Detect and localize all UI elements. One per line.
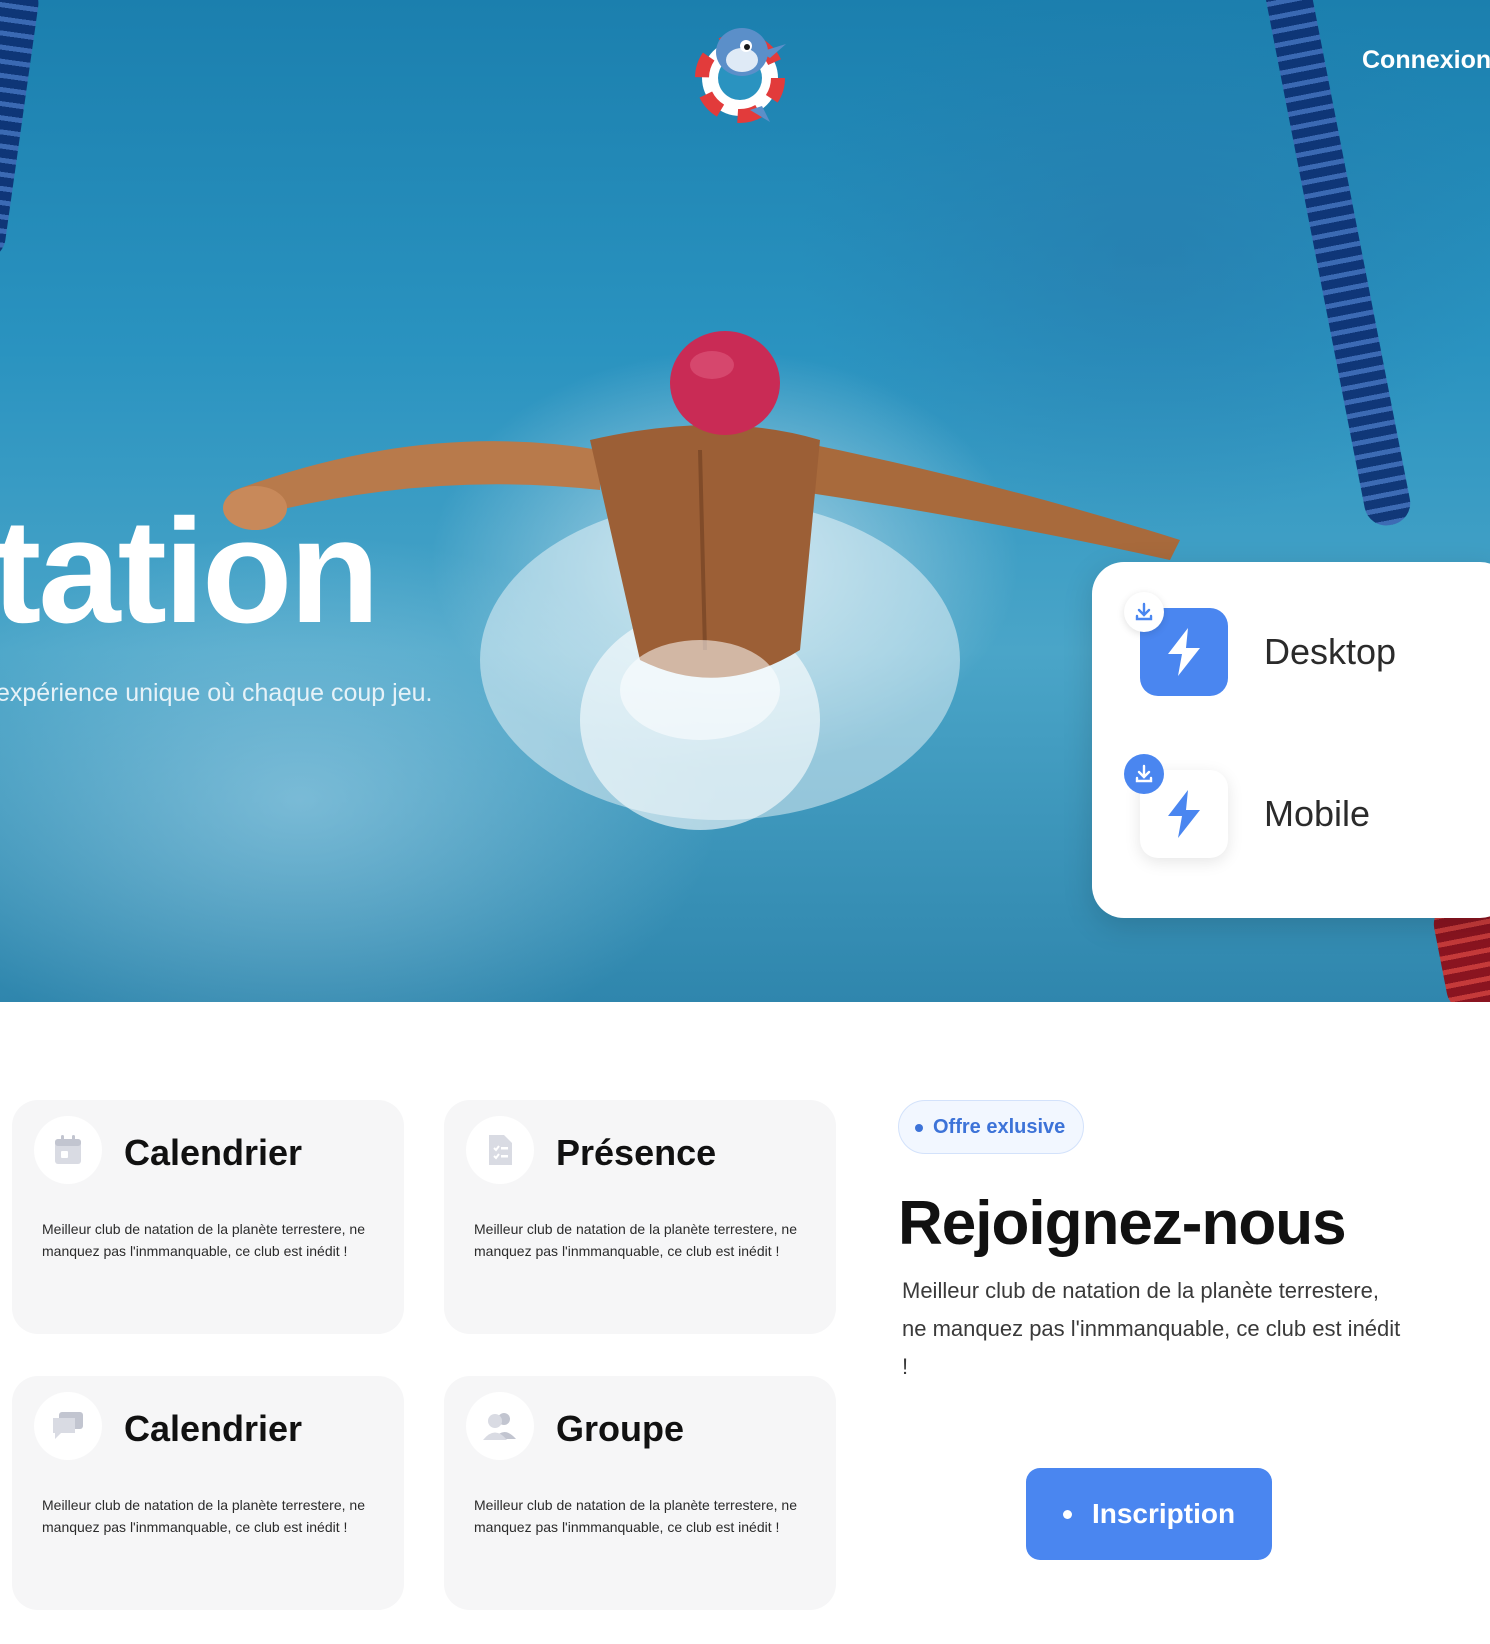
- join-text: Meilleur club de natation de la planète …: [902, 1278, 1401, 1379]
- download-mobile[interactable]: Mobile: [1124, 754, 1490, 862]
- login-link[interactable]: Connexion: [1362, 46, 1490, 75]
- feature-title: Présence: [556, 1132, 717, 1173]
- feature-card-presence[interactable]: Présence Meilleur club de natation de la…: [444, 1100, 836, 1334]
- hero-title: tation: [0, 489, 380, 654]
- feature-text: Meilleur club de natation de la planète …: [474, 1221, 797, 1259]
- download-desktop-label: Desktop: [1264, 631, 1397, 672]
- feature-title: Calendrier: [124, 1132, 303, 1173]
- app-tile-mobile: [1124, 754, 1228, 858]
- feature-text: Meilleur club de natation de la planète …: [42, 1221, 365, 1259]
- download-mobile-label: Mobile: [1264, 793, 1371, 834]
- feature-card-messages[interactable]: Calendrier Meilleur club de natation de …: [12, 1376, 404, 1610]
- dot-icon: [1062, 1509, 1072, 1519]
- feature-title: Groupe: [556, 1408, 685, 1449]
- bolt-icon: [1168, 628, 1200, 676]
- download-icon: [1124, 592, 1164, 632]
- feature-text: Meilleur club de natation de la planète …: [42, 1497, 365, 1535]
- feature-card-group[interactable]: Groupe Meilleur club de natation de la p…: [444, 1376, 836, 1610]
- download-icon: [1124, 754, 1164, 794]
- dolphin-logo[interactable]: [690, 14, 794, 124]
- download-desktop[interactable]: Desktop: [1124, 592, 1490, 700]
- feature-title: Calendrier: [124, 1408, 303, 1449]
- users-icon: [466, 1392, 534, 1460]
- checklist-icon: [466, 1116, 534, 1184]
- calendar-icon: [34, 1116, 102, 1184]
- download-card: Desktop Mobile: [1092, 562, 1490, 918]
- chat-icon: [34, 1392, 102, 1460]
- app-tile-desktop: [1124, 592, 1228, 696]
- bolt-icon: [1168, 790, 1200, 838]
- hero-subtitle: expérience unique où chaque coup jeu.: [0, 679, 433, 707]
- feature-text: Meilleur club de natation de la planète …: [474, 1497, 797, 1535]
- signup-button[interactable]: Inscription: [1026, 1468, 1272, 1560]
- join-title: Rejoignez-nous: [898, 1189, 1347, 1258]
- signup-button-label: Inscription: [1091, 1498, 1236, 1529]
- feature-card-calendar[interactable]: Calendrier Meilleur club de natation de …: [12, 1100, 404, 1334]
- hero-section: Connexion tation expérience unique où ch…: [0, 0, 1490, 1002]
- offer-badge: Offre exlusive: [898, 1100, 1085, 1154]
